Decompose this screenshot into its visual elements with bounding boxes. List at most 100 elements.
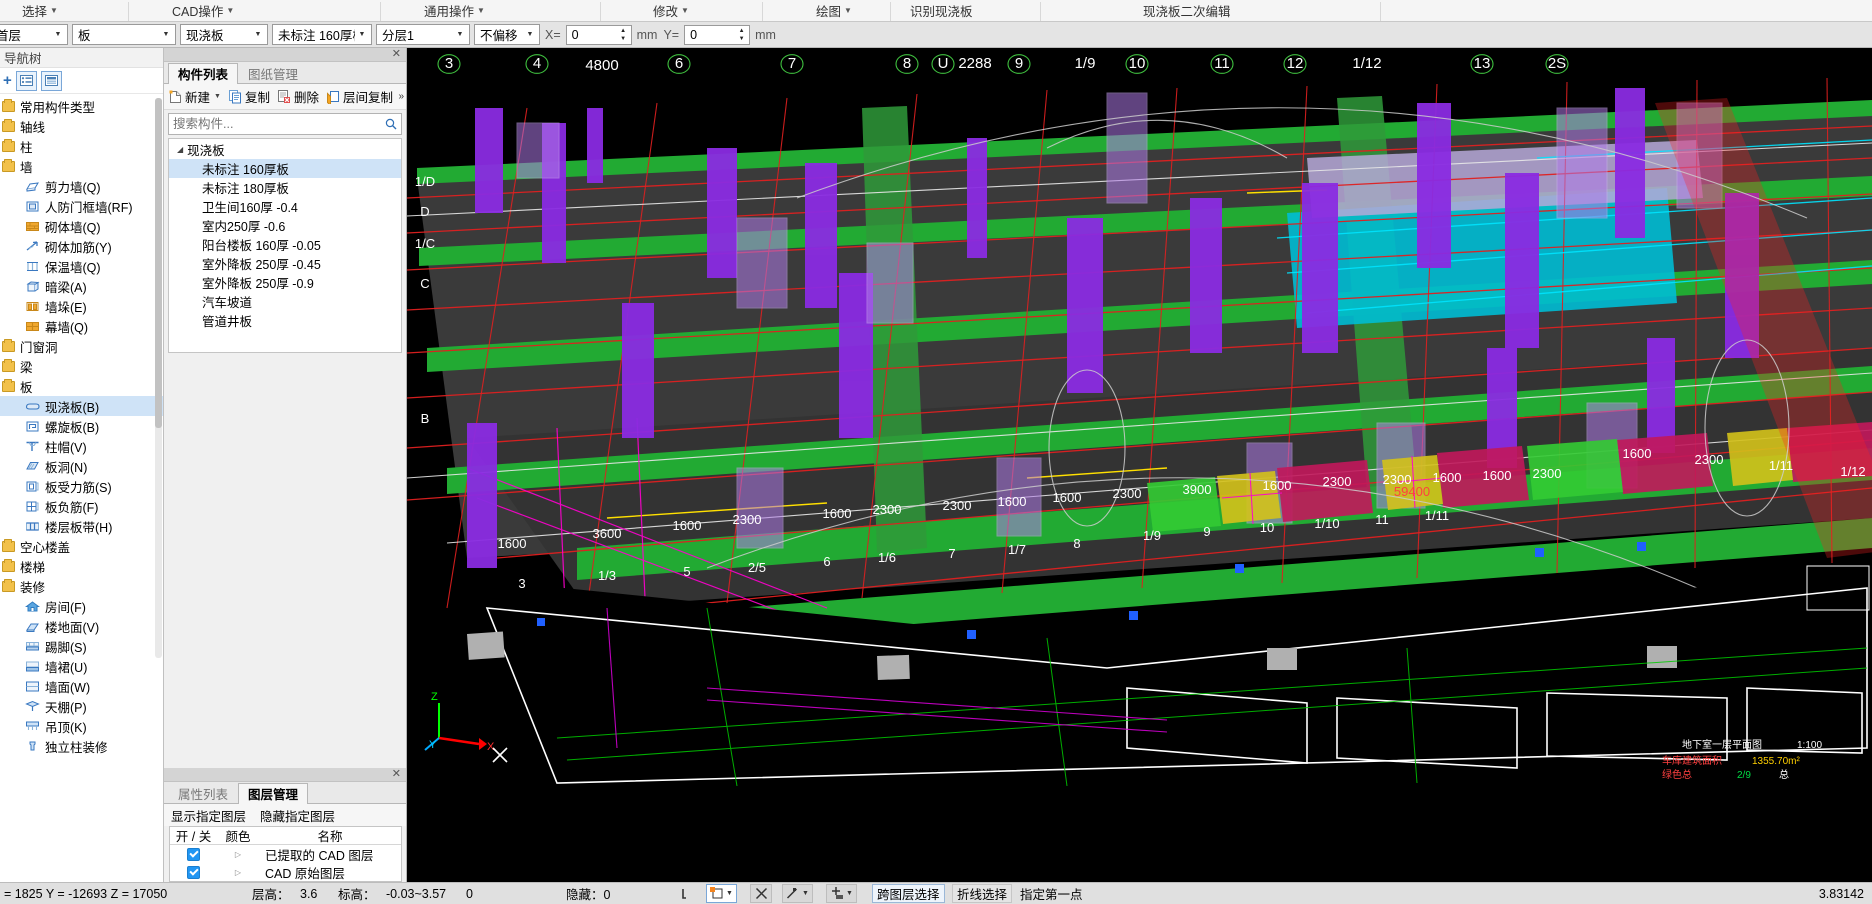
close-icon[interactable]: ✕ — [392, 769, 406, 780]
ribbon-group-modify[interactable]: 修改 ▼ — [653, 1, 689, 20]
nav-item-19[interactable]: 板受力筋(S) — [0, 476, 163, 496]
triangle-collapse-icon[interactable]: ◢ — [177, 145, 183, 154]
search-input[interactable] — [173, 117, 385, 131]
nav-scrollbar[interactable] — [155, 98, 162, 658]
sublayer-select[interactable]: 分层1 ▼ — [376, 24, 470, 45]
floor-copy-button[interactable]: 层间复制 — [324, 85, 396, 108]
component-list[interactable]: ◢ 现浇板 未标注 160厚板 未标注 180厚板 卫生间160厚 -0.4 室内25… — [168, 138, 402, 353]
ribbon-group-identify-slab[interactable]: 识别现浇板 — [910, 1, 973, 20]
snap-intersection-button[interactable] — [750, 884, 772, 903]
nav-item-5[interactable]: 人防门框墙(RF) — [0, 196, 163, 216]
y-offset-input[interactable]: 0 ▲ ▼ — [684, 24, 751, 45]
snap-intersection-icon[interactable] — [750, 884, 772, 903]
ribbon-group-select[interactable]: 选择 ▼ — [22, 1, 58, 20]
snap-midpoint-button[interactable]: ▼ — [826, 884, 857, 903]
ribbon-group-slab-secondary-edit[interactable]: 现浇板二次编辑 — [1143, 1, 1231, 20]
detail-view-icon[interactable] — [40, 70, 62, 91]
nav-item-8[interactable]: 保温墙(Q) — [0, 256, 163, 276]
nav-tree-scroll-area[interactable]: 常用构件类型 轴线柱墙剪力墙(Q) 人防门框墙(RF) 砌体墙(Q) 砌体加筋(Y) 保温… — [0, 94, 163, 882]
component-item-4[interactable]: 阳台楼板 160厚 -0.05 — [169, 235, 401, 254]
component-item-6[interactable]: 室外降板 250厚 -0.9 — [169, 273, 401, 292]
selection-mode-button[interactable]: ▼ — [706, 884, 737, 903]
component-item-3[interactable]: 室内250厚 -0.6 — [169, 216, 401, 235]
ribbon-group-common-ops[interactable]: 通用操作 ▼ — [424, 1, 485, 20]
nav-item-32[interactable]: 独立柱装修 — [0, 736, 163, 756]
component-item-0[interactable]: 未标注 160厚板 — [169, 159, 401, 178]
nav-item-3[interactable]: 墙 — [0, 156, 163, 176]
nav-item-27[interactable]: 踢脚(S) — [0, 636, 163, 656]
nav-item-9[interactable]: 暗梁(A) — [0, 276, 163, 296]
list-view-icon[interactable] — [15, 70, 37, 91]
nav-item-22[interactable]: 空心楼盖 — [0, 536, 163, 556]
model-canvas[interactable]: Z Y X 3 4 6 7 8 U 9 1/9 10 11 12 1/12 13 2S 3 1/3 5 2/5 6… — [407, 48, 1872, 786]
component-item-7[interactable]: 汽车坡道 — [169, 292, 401, 311]
nav-item-11[interactable]: 幕墙(Q) — [0, 316, 163, 336]
snap-endpoint-icon[interactable] — [676, 884, 698, 903]
component-group-root[interactable]: ◢ 现浇板 — [169, 139, 401, 159]
nav-item-0[interactable]: 常用构件类型 — [0, 96, 163, 116]
type-select[interactable]: 现浇板 ▼ — [180, 24, 268, 45]
nav-item-30[interactable]: 天棚(P) — [0, 696, 163, 716]
nav-item-6[interactable]: 砌体墙(Q) — [0, 216, 163, 236]
nav-item-4[interactable]: 剪力墙(Q) — [0, 176, 163, 196]
3d-model-viewport[interactable]: Z Y X 3 4 6 7 8 U 9 1/9 10 11 12 1/12 13 2S 3 1/3 5 2/5 6… — [407, 48, 1872, 882]
layer-row[interactable]: ▷ 已提取的 CAD 图层 — [170, 845, 401, 863]
nav-item-26[interactable]: 楼地面(V) — [0, 616, 163, 636]
nav-item-31[interactable]: 吊顶(K) — [0, 716, 163, 736]
component-item-1[interactable]: 未标注 180厚板 — [169, 178, 401, 197]
snap-nearest-button[interactable]: ▼ — [782, 884, 813, 903]
more-commands-button[interactable]: » — [398, 91, 403, 102]
nav-item-24[interactable]: 装修 — [0, 576, 163, 596]
add-icon[interactable]: + — [3, 73, 12, 88]
nav-item-7[interactable]: 砌体加筋(Y) — [0, 236, 163, 256]
offset-select[interactable]: 不偏移 ▼ — [474, 24, 540, 45]
nav-item-2[interactable]: 柱 — [0, 136, 163, 156]
snap-midpoint-icon[interactable]: ▼ — [826, 884, 857, 903]
floor-select[interactable]: 首层 ▼ — [0, 24, 68, 45]
nav-item-29[interactable]: 墙面(W) — [0, 676, 163, 696]
hide-specified-layer-button[interactable]: 隐藏指定图层 — [260, 806, 335, 825]
ribbon-group-draw[interactable]: 绘图 ▼ — [816, 1, 852, 20]
nav-item-14[interactable]: 板 — [0, 376, 163, 396]
copy-component-button[interactable]: 复制 — [226, 85, 273, 108]
nav-item-17[interactable]: 柱帽(V) — [0, 436, 163, 456]
y-offset-stepper[interactable]: ▲ ▼ — [735, 27, 748, 43]
category-select[interactable]: 板 ▼ — [72, 24, 176, 45]
tab-component-list[interactable]: 构件列表 — [168, 63, 239, 84]
nav-item-12[interactable]: 门窗洞 — [0, 336, 163, 356]
component-item-2[interactable]: 卫生间160厚 -0.4 — [169, 197, 401, 216]
layer-visibility-checkbox[interactable] — [170, 847, 217, 861]
layer-color-expander[interactable]: ▷ — [217, 868, 259, 877]
nav-item-25[interactable]: 房间(F) — [0, 596, 163, 616]
snap-endpoint-button[interactable] — [676, 884, 698, 903]
x-offset-stepper[interactable]: ▲ ▼ — [617, 27, 630, 43]
nav-item-10[interactable]: 墙垛(E) — [0, 296, 163, 316]
layer-visibility-checkbox[interactable] — [170, 865, 217, 879]
member-select[interactable]: 未标注 160厚板 ▼ — [272, 24, 372, 45]
layer-row[interactable]: ▷ CAD 原始图层 — [170, 863, 401, 881]
show-specified-layer-button[interactable]: 显示指定图层 — [171, 806, 246, 825]
layer-color-expander[interactable]: ▷ — [217, 850, 259, 859]
nav-item-20[interactable]: 板负筋(F) — [0, 496, 163, 516]
nav-item-23[interactable]: 楼梯 — [0, 556, 163, 576]
nav-item-15[interactable]: 现浇板(B) — [0, 396, 163, 416]
ribbon-group-cad-ops[interactable]: CAD操作 ▼ — [172, 1, 234, 20]
nav-item-1[interactable]: 轴线 — [0, 116, 163, 136]
component-item-8[interactable]: 管道井板 — [169, 311, 401, 330]
search-component-field[interactable] — [168, 113, 402, 135]
snap-nearest-icon[interactable]: ▼ — [782, 884, 813, 903]
tab-layer-management[interactable]: 图层管理 — [238, 783, 309, 804]
tab-property-list[interactable]: 属性列表 — [168, 782, 238, 803]
tab-drawing-management[interactable]: 图纸管理 — [238, 62, 308, 83]
nav-item-13[interactable]: 梁 — [0, 356, 163, 376]
nav-item-16[interactable]: 螺旋板(B) — [0, 416, 163, 436]
nav-item-21[interactable]: 楼层板带(H) — [0, 516, 163, 536]
x-offset-input[interactable]: 0 ▲ ▼ — [565, 24, 632, 45]
selection-box-icon[interactable]: ▼ — [706, 884, 737, 903]
close-icon[interactable]: ✕ — [392, 49, 406, 60]
new-component-button[interactable]: 新建 ▼ — [166, 85, 224, 108]
polyline-select-button[interactable]: 折线选择 — [952, 884, 1013, 903]
cross-layer-select-button[interactable]: 跨图层选择 — [872, 884, 945, 903]
delete-component-button[interactable]: 删除 — [275, 85, 322, 108]
component-item-5[interactable]: 室外降板 250厚 -0.45 — [169, 254, 401, 273]
